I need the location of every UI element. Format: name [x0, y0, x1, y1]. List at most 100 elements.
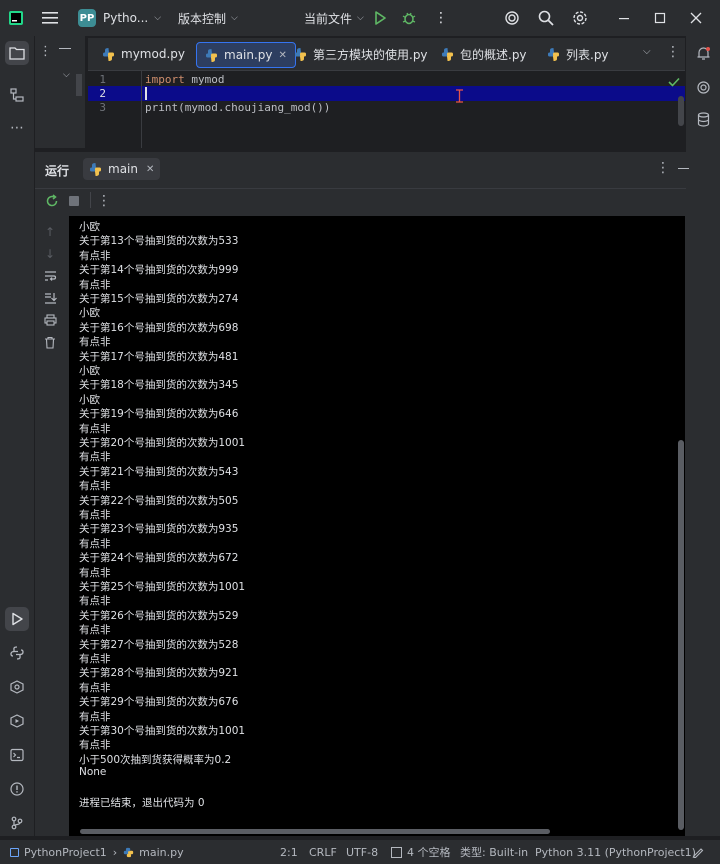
line-number: 1 — [99, 73, 106, 86]
stop-icon[interactable] — [69, 196, 79, 206]
tab-label: 列表.py — [566, 47, 609, 62]
terminal-button[interactable] — [5, 743, 29, 767]
code-keyword: import — [145, 73, 185, 86]
project-tool-button[interactable] — [5, 41, 29, 65]
tab-package-overview[interactable]: 包的概述.py — [433, 42, 535, 66]
console-vertical-scrollbar[interactable] — [678, 440, 684, 830]
project-selector[interactable]: PP Pytho... ⌵ — [78, 0, 161, 36]
hide-panel-icon[interactable] — [59, 48, 71, 50]
problems-icon — [10, 782, 24, 796]
line-separator[interactable]: CRLF — [309, 840, 337, 864]
console-output[interactable]: —————————— 小欧关于第13个号抽到货的次数为533有点非关于第14个号… — [69, 216, 685, 836]
python-console-button[interactable] — [5, 675, 29, 699]
console-line: 有点非 — [79, 624, 111, 637]
tree-expand-chevron-icon[interactable]: ⌵ — [63, 70, 70, 80]
python-file-icon — [294, 47, 307, 61]
tab-label: 第三方模块的使用.py — [313, 47, 428, 62]
module-icon — [10, 847, 19, 857]
run-tool-button[interactable] — [5, 607, 29, 631]
app-logo-icon[interactable] — [8, 0, 24, 36]
indent-icon — [391, 846, 402, 858]
vcs-menu[interactable]: 版本控制 ⌵ — [178, 0, 238, 36]
project-options-icon[interactable]: ⋮ — [39, 44, 52, 59]
soft-wrap-icon[interactable] — [44, 270, 57, 285]
python-console-icon — [10, 680, 24, 694]
tab-more-icon[interactable]: ⋮ — [666, 44, 680, 60]
console-line: 小于500次抽到货获得概率为0.2 — [79, 753, 232, 766]
git-button[interactable] — [5, 811, 29, 835]
caret-position[interactable]: 2:1 — [280, 840, 298, 864]
code-line[interactable]: print(mymod.choujiang_mod()) — [145, 101, 330, 114]
tab-list-chevron-icon[interactable]: ⌵ — [643, 46, 651, 57]
tab-list[interactable]: 列表.py — [539, 42, 617, 66]
python-file-icon — [205, 48, 218, 62]
search-icon[interactable] — [538, 0, 554, 36]
settings-gear-icon[interactable] — [572, 0, 588, 36]
rerun-icon[interactable] — [45, 194, 59, 211]
scroll-up-arrow-icon[interactable]: ↑ — [45, 225, 55, 239]
tab-main[interactable]: main.py ✕ — [196, 42, 296, 68]
divider — [90, 192, 91, 208]
file-encoding[interactable]: UTF-8 — [346, 840, 378, 864]
run-panel-options-icon[interactable]: ⋮ — [656, 160, 670, 176]
debug-icon[interactable] — [402, 0, 416, 36]
file-type[interactable]: 类型: Built-in — [460, 840, 528, 864]
tab-mymod[interactable]: mymod.py — [94, 42, 193, 66]
console-line: 有点非 — [79, 422, 111, 435]
more-tools-icon[interactable]: ⋯ — [5, 116, 29, 140]
console-line: 有点非 — [79, 566, 111, 579]
database-button[interactable] — [691, 107, 715, 131]
git-branch-icon — [11, 816, 23, 830]
structure-tool-button[interactable] — [5, 83, 29, 107]
hide-run-panel-icon[interactable] — [678, 168, 689, 170]
python-file-icon — [102, 47, 115, 61]
problems-button[interactable] — [5, 777, 29, 801]
console-line: 关于第28个号抽到货的次数为921 — [79, 667, 239, 680]
main-menu-icon[interactable] — [42, 0, 58, 36]
indent-setting[interactable]: 4 个空格 — [391, 840, 451, 864]
python-icon — [10, 646, 24, 660]
close-icon[interactable] — [690, 0, 702, 36]
status-bar: PythonProject1 › main.py 2:1 CRLF UTF-8 … — [0, 840, 720, 864]
breadcrumb-file[interactable]: main.py — [139, 846, 183, 859]
run-config-selector[interactable]: 当前文件 ⌵ — [304, 0, 364, 36]
more-actions-icon[interactable]: ⋮ — [434, 0, 448, 36]
readonly-toggle-icon[interactable] — [692, 840, 704, 864]
scroll-to-end-icon[interactable] — [44, 292, 57, 307]
console-line: 关于第22个号抽到货的次数为505 — [79, 494, 239, 507]
console-line: 关于第30个号抽到货的次数为1001 — [79, 725, 246, 737]
notifications-button[interactable] — [691, 41, 715, 65]
chevron-down-icon: ⌵ — [154, 13, 162, 23]
project-badge: PP — [78, 9, 96, 27]
editor-scrollbar[interactable] — [678, 96, 684, 126]
console-line: 小欧 — [79, 393, 100, 406]
services-button[interactable] — [5, 709, 29, 733]
console-horizontal-scrollbar[interactable] — [80, 829, 550, 834]
tab-label: main.py — [224, 48, 273, 62]
console-line: 关于第17个号抽到货的次数为481 — [79, 350, 239, 363]
no-problems-check-icon[interactable] — [668, 76, 680, 90]
close-tab-icon[interactable]: ✕ — [146, 164, 154, 175]
python-interpreter[interactable]: Python 3.11 (PythonProject1) — [535, 840, 696, 864]
run-tab-main[interactable]: main ✕ — [83, 158, 161, 180]
console-line: 有点非 — [79, 451, 111, 464]
scroll-down-arrow-icon[interactable]: ↓ — [45, 247, 55, 261]
tab-third-party-modules[interactable]: 第三方模块的使用.py — [286, 42, 436, 66]
panel-scrollbar[interactable] — [76, 74, 82, 96]
terminal-icon — [10, 748, 24, 762]
python-file-icon — [547, 47, 560, 61]
trash-icon[interactable] — [44, 336, 56, 352]
code-line[interactable]: import mymod — [145, 73, 225, 86]
breadcrumb-project[interactable]: PythonProject1 — [24, 846, 107, 859]
ai-assistant-icon[interactable] — [504, 0, 520, 36]
ai-chat-button[interactable] — [691, 75, 715, 99]
run-icon[interactable] — [373, 0, 387, 36]
run-toolbar-more-icon[interactable]: ⋮ — [97, 193, 111, 209]
console-line: 关于第18个号抽到货的次数为345 — [79, 379, 239, 392]
console-line: 关于第20个号抽到货的次数为1001 — [79, 437, 246, 449]
python-packages-button[interactable] — [5, 641, 29, 665]
print-icon[interactable] — [44, 314, 57, 329]
minimize-icon[interactable] — [618, 0, 630, 36]
console-line: 有点非 — [79, 278, 111, 291]
maximize-icon[interactable] — [654, 0, 666, 36]
